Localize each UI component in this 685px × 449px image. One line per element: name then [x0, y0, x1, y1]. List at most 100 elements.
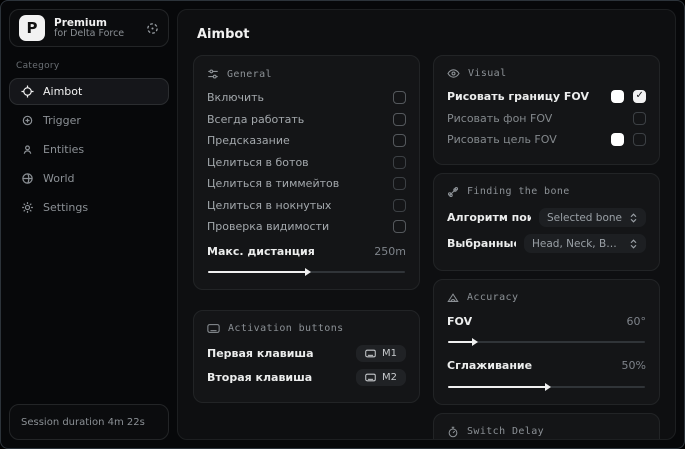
sidebar-item-label: Settings: [43, 201, 89, 214]
sidebar: P Premium for Delta Force Category Aimbo…: [1, 1, 177, 448]
slider-label: Сглаживание: [447, 359, 533, 373]
slider-row: Макс. дистанция 250m: [207, 241, 406, 263]
keybind-row: Первая клавиша M1: [207, 341, 406, 365]
sync-icon[interactable]: [146, 22, 159, 35]
brand-card: P Premium for Delta Force: [9, 9, 169, 47]
checkbox-fov-target[interactable]: [633, 133, 646, 147]
slider-value: 60°: [626, 314, 647, 328]
checkbox-target-teammates[interactable]: [393, 177, 406, 191]
toggle-label: Целиться в нокнутых: [207, 198, 332, 212]
switch-delay-card: Switch Delay Задержка переключения Задер…: [433, 412, 660, 439]
sidebar-item-label: Aimbot: [43, 85, 83, 98]
sidebar-item-settings[interactable]: Settings: [9, 194, 169, 221]
unfold-icon: [629, 212, 638, 223]
toggle-row: Целиться в тиммейтов: [207, 173, 406, 195]
select-row: Выбранные кости Head, Neck, Body, Pe...: [447, 231, 646, 257]
toggle-row: Проверка видимости: [207, 216, 406, 238]
max-distance-slider[interactable]: [208, 268, 405, 276]
globe-icon: [20, 172, 34, 185]
visual-label: Рисовать фон FOV: [447, 111, 553, 125]
bone-card: Finding the bone Алгоритм поиска кости S…: [433, 172, 660, 271]
session-duration: Session duration 4m 22s: [9, 404, 169, 440]
slider-label: Макс. дистанция: [207, 244, 315, 258]
toggle-label: Предсказание: [207, 134, 290, 148]
card-header: General: [227, 68, 272, 80]
visual-row: Рисовать цель FOV: [447, 129, 646, 151]
keyboard-icon: [365, 349, 376, 358]
accuracy-card: Accuracy FOV 60° Сглаживание 50%: [433, 278, 660, 405]
keybind-label: Вторая клавиша: [207, 370, 313, 384]
keyboard-icon: [365, 373, 376, 382]
trigger-icon: [20, 114, 34, 127]
sliders-icon: [207, 68, 219, 80]
sidebar-item-trigger[interactable]: Trigger: [9, 107, 169, 134]
bone-icon: [447, 186, 459, 198]
checkbox-target-bots[interactable]: [393, 155, 406, 169]
keybind-button-1[interactable]: M1: [356, 344, 406, 362]
bone-algorithm-select[interactable]: Selected bone: [538, 208, 646, 227]
smoothing-slider[interactable]: [448, 382, 645, 391]
fov-slider[interactable]: [448, 338, 645, 346]
visual-row: Рисовать границу FOV: [447, 86, 646, 108]
fov-slider-group: FOV 60°: [447, 311, 646, 346]
keybind-row: Вторая клавиша M2: [207, 365, 406, 389]
sidebar-item-label: Entities: [43, 143, 85, 156]
checkbox-enable[interactable]: [393, 91, 406, 105]
card-header: Visual: [468, 68, 507, 79]
brand-subtitle: for Delta Force: [54, 27, 125, 39]
checkbox-fov-border[interactable]: [633, 90, 646, 104]
visual-label: Рисовать цель FOV: [447, 133, 557, 147]
sidebar-nav: Aimbot Trigger Entities World Settings: [9, 78, 169, 221]
toggle-label: Проверка видимости: [207, 220, 330, 234]
toggle-label: Целиться в ботов: [207, 155, 309, 169]
toggle-label: Всегда работать: [207, 112, 305, 126]
gear-icon: [20, 201, 34, 214]
sidebar-item-entities[interactable]: Entities: [9, 136, 169, 163]
triangle-icon: [447, 292, 459, 304]
slider-label: FOV: [447, 314, 473, 328]
keybind-value: M1: [382, 347, 397, 359]
main-panel: Aimbot General Включить Всегда работать …: [177, 9, 676, 440]
visual-card: Visual Рисовать границу FOV Рисовать фон…: [433, 55, 660, 165]
select-value: Head, Neck, Body, Pe...: [532, 237, 622, 250]
entities-icon: [20, 143, 34, 156]
slider-value: 50%: [621, 359, 646, 373]
slider-row: FOV 60°: [447, 311, 646, 333]
stopwatch-icon: [447, 426, 459, 438]
checkbox-visibility-check[interactable]: [393, 220, 406, 234]
color-swatch[interactable]: [611, 133, 624, 147]
card-header: Switch Delay: [467, 426, 545, 437]
smoothing-slider-group: Сглаживание 50%: [447, 355, 646, 391]
crosshair-icon: [20, 85, 34, 98]
checkbox-target-knocked[interactable]: [393, 198, 406, 212]
sidebar-item-aimbot[interactable]: Aimbot: [9, 78, 169, 105]
card-header: Finding the bone: [467, 186, 570, 197]
app-window: P Premium for Delta Force Category Aimbo…: [0, 0, 685, 449]
slider-row: Сглаживание 50%: [447, 355, 646, 377]
general-card: General Включить Всегда работать Предска…: [193, 55, 420, 290]
brand-logo: P: [19, 15, 45, 41]
brand-title: Premium: [54, 16, 107, 29]
sidebar-item-world[interactable]: World: [9, 165, 169, 192]
toggle-label: Целиться в тиммейтов: [207, 177, 340, 191]
keybind-value: M2: [382, 371, 397, 383]
checkbox-fov-background[interactable]: [633, 111, 646, 125]
checkbox-prediction[interactable]: [393, 134, 406, 148]
select-row: Алгоритм поиска кости Selected bone: [447, 205, 646, 231]
toggle-row: Целиться в ботов: [207, 152, 406, 174]
checkbox-always-work[interactable]: [393, 112, 406, 126]
sidebar-item-label: World: [43, 172, 75, 185]
category-label: Category: [16, 61, 60, 71]
select-label: Алгоритм поиска кости: [447, 211, 531, 224]
select-value: Selected bone: [546, 211, 622, 224]
activation-card: Activation buttons Первая клавиша M1 Вто…: [193, 310, 420, 403]
visual-row: Рисовать фон FOV: [447, 108, 646, 130]
selected-bones-select[interactable]: Head, Neck, Body, Pe...: [524, 234, 646, 253]
eye-icon: [447, 68, 460, 79]
slider-value: 250m: [374, 244, 406, 258]
visual-label: Рисовать границу FOV: [447, 90, 589, 104]
keybind-button-2[interactable]: M2: [356, 368, 406, 386]
toggle-row: Включить: [207, 87, 406, 109]
color-swatch[interactable]: [611, 90, 624, 104]
keyboard-icon: [207, 323, 220, 334]
